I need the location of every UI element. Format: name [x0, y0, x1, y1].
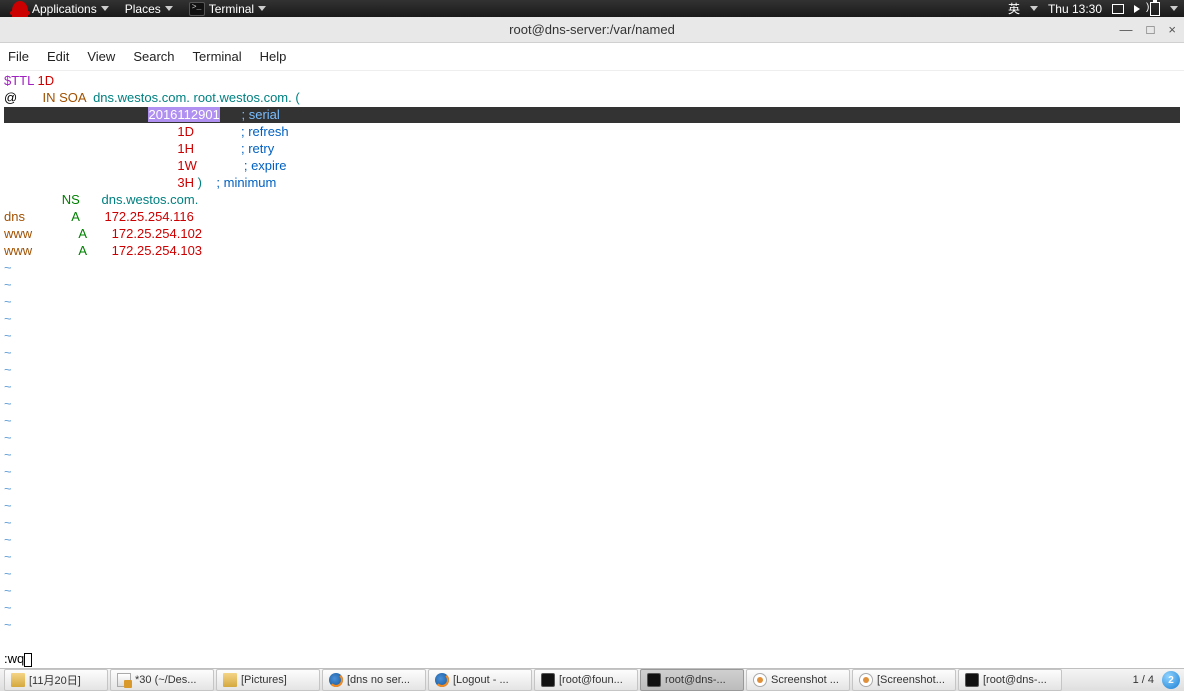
vim-command-line[interactable]: :wq [4, 651, 32, 668]
maximize-button[interactable]: □ [1147, 22, 1155, 37]
volume-icon[interactable] [1134, 5, 1140, 13]
menu-terminal[interactable]: Terminal [193, 49, 242, 64]
taskbar-item-label: [11月20日] [29, 672, 81, 688]
taskbar-item-label: Screenshot ... [771, 674, 839, 686]
taskbar-item-label: root@dns-... [665, 674, 726, 686]
taskbar-item-label: [Logout - ... [453, 674, 509, 686]
window-titlebar[interactable]: root@dns-server:/var/named — □ × [0, 17, 1184, 43]
taskbar-item[interactable]: root@dns-... [640, 669, 744, 691]
folder-icon [11, 673, 25, 687]
gnome-bottom-panel: [11月20日] *30 (~/Des... [Pictures] [dns no s… [0, 668, 1184, 691]
taskbar-item-label: [root@foun... [559, 674, 623, 686]
chevron-down-icon [1030, 6, 1038, 11]
taskbar-item[interactable]: Screenshot ... [746, 669, 850, 691]
taskbar-item[interactable]: [11月20日] [4, 669, 108, 691]
a11y-icon[interactable] [1112, 4, 1124, 14]
term-icon [647, 673, 661, 687]
ff-icon [329, 673, 343, 687]
cursor [24, 653, 32, 667]
chevron-down-icon [101, 6, 109, 11]
taskbar-item[interactable]: [Screenshot... [852, 669, 956, 691]
places-menu[interactable]: Places [119, 2, 179, 16]
clock[interactable]: Thu 13:30 [1048, 2, 1102, 16]
workspace-indicator[interactable]: 1 / 4 [1133, 674, 1154, 686]
taskbar-item[interactable]: [root@dns-... [958, 669, 1062, 691]
terminal-icon [189, 2, 205, 16]
gedit-icon [117, 673, 131, 687]
terminal-app-menu[interactable]: Terminal [183, 2, 272, 16]
taskbar-item-label: [Pictures] [241, 674, 287, 686]
chevron-down-icon [1170, 6, 1178, 11]
menu-help[interactable]: Help [260, 49, 287, 64]
gnome-top-panel: Applications Places Terminal 英 Thu 13:30 [0, 0, 1184, 17]
battery-icon[interactable] [1150, 2, 1160, 16]
menu-edit[interactable]: Edit [47, 49, 69, 64]
term-icon [541, 673, 555, 687]
taskbar-item-label: *30 (~/Des... [135, 674, 196, 686]
eye-icon [753, 673, 767, 687]
taskbar-item[interactable]: *30 (~/Des... [110, 669, 214, 691]
menu-search[interactable]: Search [133, 49, 174, 64]
taskbar-item[interactable]: [Logout - ... [428, 669, 532, 691]
taskbar-item-label: [dns no ser... [347, 674, 410, 686]
notification-badge[interactable]: 2 [1162, 671, 1180, 689]
eye-icon [859, 673, 873, 687]
terminal-menubar: File Edit View Search Terminal Help [0, 43, 1184, 71]
applications-menu[interactable]: Applications [6, 1, 115, 17]
taskbar-item-label: [root@dns-... [983, 674, 1047, 686]
taskbar-item[interactable]: [Pictures] [216, 669, 320, 691]
close-button[interactable]: × [1168, 22, 1176, 37]
distro-logo-icon [12, 1, 28, 17]
chevron-down-icon [165, 6, 173, 11]
ime-indicator[interactable]: 英 [1008, 0, 1020, 17]
chevron-down-icon [258, 6, 266, 11]
terminal-window: root@dns-server:/var/named — □ × File Ed… [0, 17, 1184, 668]
term-icon [965, 673, 979, 687]
terminal-content[interactable]: $TTL 1D @ IN SOA dns.westos.com. root.we… [0, 71, 1184, 668]
ff-icon [435, 673, 449, 687]
window-title: root@dns-server:/var/named [509, 22, 675, 37]
taskbar-item-label: [Screenshot... [877, 674, 945, 686]
folder-icon [223, 673, 237, 687]
taskbar-item[interactable]: [dns no ser... [322, 669, 426, 691]
taskbar-item[interactable]: [root@foun... [534, 669, 638, 691]
menu-view[interactable]: View [87, 49, 115, 64]
minimize-button[interactable]: — [1120, 22, 1133, 37]
menu-file[interactable]: File [8, 49, 29, 64]
